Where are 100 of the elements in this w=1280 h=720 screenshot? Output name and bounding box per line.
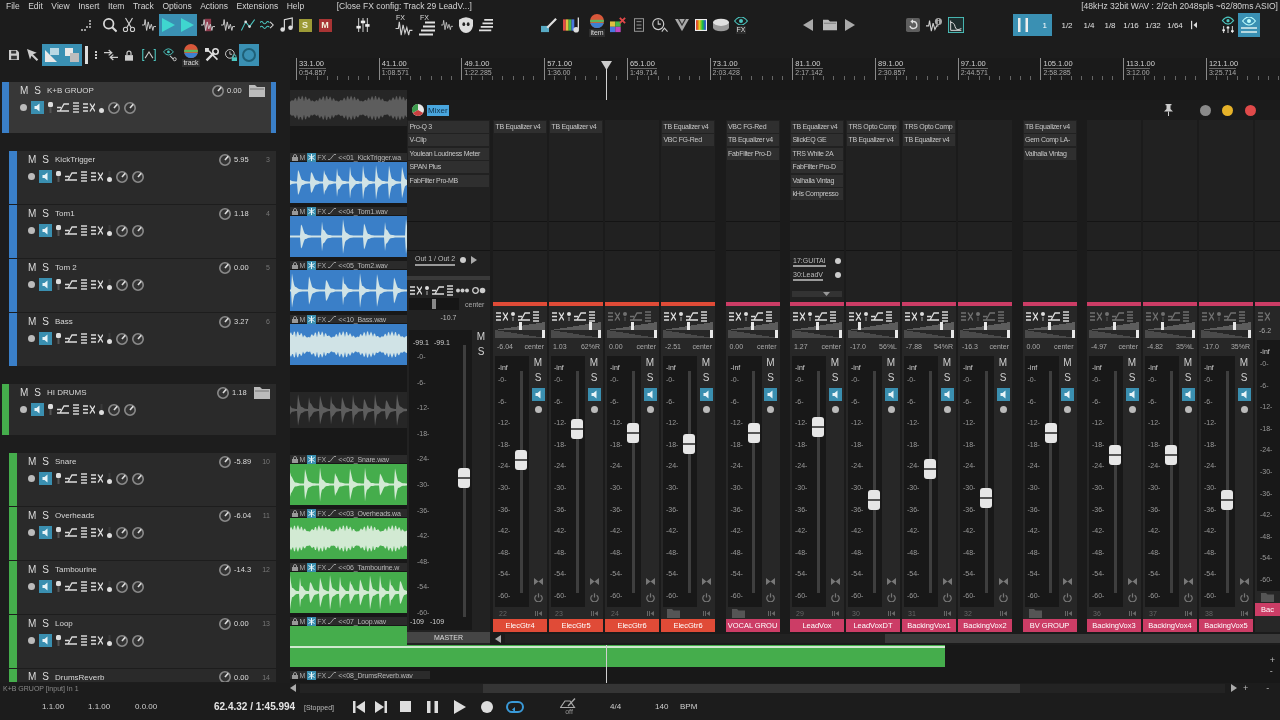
- menu-item[interactable]: Insert: [78, 0, 100, 12]
- slider-thumb[interactable]: [951, 330, 954, 338]
- mute-button[interactable]: M: [766, 357, 775, 369]
- sliders-icon[interactable]: [356, 17, 370, 33]
- meter-icon[interactable]: [1062, 310, 1069, 322]
- music-notes-icon[interactable]: [280, 17, 294, 33]
- color-note-icon[interactable]: [563, 17, 579, 33]
- width-slider[interactable]: [904, 330, 954, 338]
- track-name[interactable]: KickTrigger: [55, 155, 96, 164]
- routing-icon[interactable]: [927, 311, 939, 321]
- input-icon[interactable]: [1185, 610, 1192, 616]
- fader-thumb[interactable]: [924, 458, 936, 479]
- zoom-out-button[interactable]: -: [1266, 683, 1270, 693]
- slider-icon[interactable]: [107, 225, 112, 236]
- power-icon[interactable]: [942, 593, 952, 602]
- slider-thumb[interactable]: [815, 322, 819, 330]
- brush-icon[interactable]: [541, 17, 557, 33]
- solo-button[interactable]: S: [943, 372, 951, 384]
- knob-icon[interactable]: [116, 634, 128, 647]
- fx-chain-icon[interactable]: [552, 311, 564, 321]
- mute-button[interactable]: M: [20, 386, 29, 399]
- speaker-icon[interactable]: [643, 388, 657, 401]
- solo-button[interactable]: S: [887, 372, 895, 384]
- routing-icon[interactable]: [65, 226, 77, 235]
- record-arm-icon[interactable]: [767, 406, 774, 413]
- grid-division-button[interactable]: 1/32: [1144, 17, 1162, 33]
- knob-icon[interactable]: [124, 403, 136, 416]
- volume-knob-icon[interactable]: [219, 563, 231, 576]
- input-icon[interactable]: [1064, 610, 1072, 616]
- meter-icon[interactable]: [81, 473, 87, 484]
- pin-icon[interactable]: [1164, 104, 1173, 116]
- send-dot-icon[interactable]: [460, 257, 467, 263]
- solo-button[interactable]: S: [1128, 372, 1136, 384]
- fx-chain-icon[interactable]: [91, 636, 103, 645]
- window-button-icon[interactable]: [1200, 104, 1211, 116]
- wave-arrow-icon[interactable]: [260, 18, 274, 32]
- play-icon[interactable]: [454, 699, 466, 714]
- slider-thumb[interactable]: [839, 330, 842, 338]
- knob-icon[interactable]: [132, 580, 144, 593]
- search-icon[interactable]: [103, 17, 117, 33]
- waveform-info-icon[interactable]: [926, 17, 942, 33]
- power-icon[interactable]: [830, 593, 840, 602]
- power-icon[interactable]: [701, 593, 711, 602]
- fader-icon[interactable]: [56, 333, 61, 344]
- menu-item[interactable]: Track: [132, 0, 154, 12]
- mute-button[interactable]: M: [318, 18, 332, 32]
- volume-knob-icon[interactable]: [219, 509, 231, 522]
- waveform-icon[interactable]: [201, 17, 215, 33]
- power-icon[interactable]: [1127, 593, 1137, 602]
- record-arm-icon[interactable]: [28, 637, 35, 644]
- fader-icon[interactable]: [56, 527, 61, 538]
- pan-slider[interactable]: [904, 322, 954, 330]
- slider-thumb[interactable]: [542, 330, 545, 338]
- fx-chain-icon[interactable]: [91, 172, 103, 181]
- volume-knob-icon[interactable]: [219, 207, 231, 220]
- fx-chain-icon[interactable]: [905, 311, 917, 321]
- record-arm-icon[interactable]: [28, 227, 35, 234]
- slider-thumb[interactable]: [1233, 322, 1236, 330]
- slider-icon[interactable]: [511, 311, 515, 321]
- slider-thumb[interactable]: [1160, 322, 1164, 330]
- speaker-icon[interactable]: [531, 388, 545, 401]
- record-arm-icon[interactable]: [20, 104, 27, 111]
- routing-icon[interactable]: [65, 474, 77, 483]
- record-icon[interactable]: [481, 700, 493, 713]
- knob-icon[interactable]: [116, 526, 128, 539]
- slider-thumb[interactable]: [858, 322, 862, 330]
- power-icon[interactable]: [886, 593, 896, 602]
- scrollbar-thumb[interactable]: [885, 634, 1280, 643]
- arrow-left-icon[interactable]: [290, 684, 296, 692]
- meter-icon[interactable]: [886, 310, 892, 322]
- knob-icon[interactable]: [116, 472, 128, 485]
- knob-icon[interactable]: [116, 332, 128, 345]
- bowtie-icon[interactable]: [1183, 578, 1193, 585]
- slider-icon[interactable]: [1161, 311, 1165, 321]
- playhead-marker-icon[interactable]: [601, 61, 612, 70]
- pan-slider[interactable]: [409, 298, 459, 310]
- slider-icon[interactable]: [107, 279, 112, 290]
- routing-icon[interactable]: [65, 172, 77, 181]
- menu-item[interactable]: Options: [162, 0, 192, 12]
- slider-thumb[interactable]: [1192, 330, 1195, 338]
- asterisk-tile-icon[interactable]: [306, 562, 316, 572]
- slider-thumb[interactable]: [895, 330, 898, 338]
- slider-icon[interactable]: [808, 311, 812, 321]
- knob-icon[interactable]: [108, 403, 120, 416]
- sends-toggle[interactable]: [792, 291, 842, 297]
- fx-chain-icon[interactable]: [410, 285, 422, 295]
- mute-button[interactable]: M: [28, 153, 37, 166]
- mute-button[interactable]: M: [28, 207, 37, 220]
- routing-icon[interactable]: [574, 311, 586, 321]
- arrow-left-icon[interactable]: [803, 19, 813, 31]
- volume-knob-icon[interactable]: [219, 671, 231, 682]
- squares-icon[interactable]: [62, 44, 82, 66]
- meter-icon[interactable]: [81, 225, 87, 236]
- routing-icon[interactable]: [65, 280, 77, 289]
- width-slider[interactable]: [1089, 330, 1139, 338]
- pan-slider[interactable]: [551, 322, 601, 330]
- fx-chain-icon[interactable]: [91, 474, 103, 483]
- mute-button[interactable]: M: [1127, 357, 1137, 369]
- mute-button[interactable]: M: [942, 357, 952, 369]
- slider-thumb[interactable]: [1048, 322, 1051, 330]
